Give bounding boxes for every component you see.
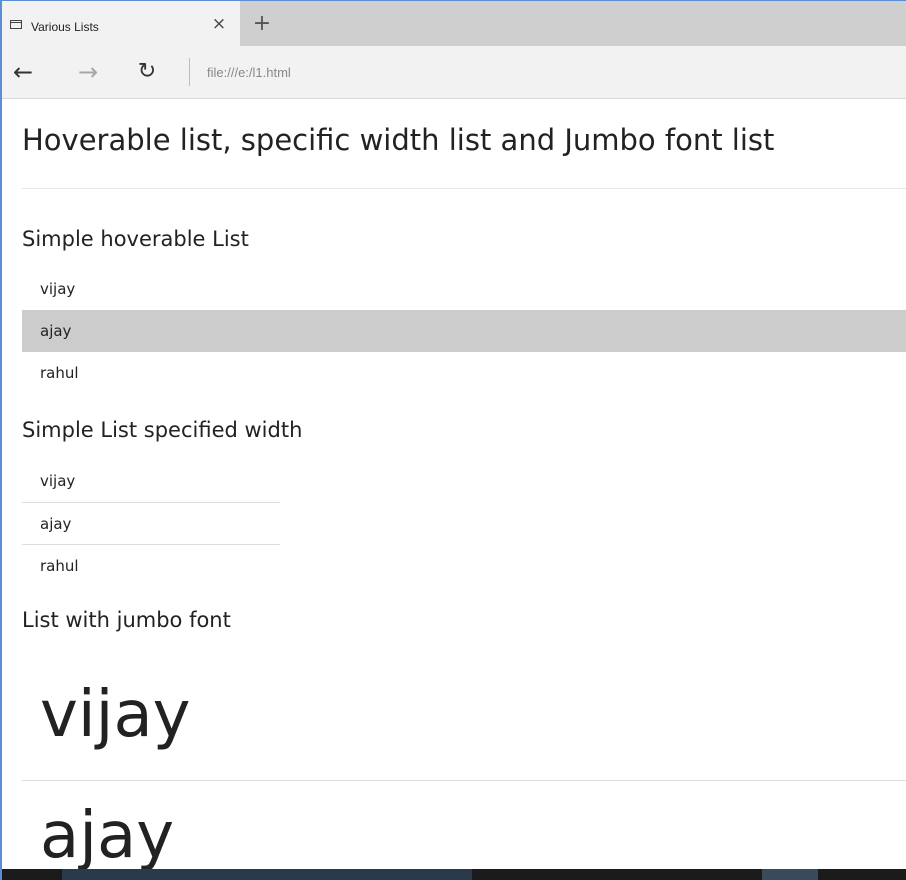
list-item: ajay xyxy=(22,502,280,544)
browser-window: Various Lists × + ← → ↻ file:///e:/l1.ht… xyxy=(0,0,906,880)
list-item-hovered[interactable]: ajay xyxy=(22,310,906,352)
refresh-icon[interactable]: ↻ xyxy=(134,58,160,86)
tab-title: Various Lists xyxy=(31,20,99,34)
jumbo-list-heading: List with jumbo font xyxy=(22,608,231,632)
taskbar-segment xyxy=(62,869,472,880)
address-bar[interactable]: file:///e:/l1.html xyxy=(207,65,291,80)
page-content: Hoverable list, specific width list and … xyxy=(2,100,906,880)
taskbar xyxy=(2,869,906,880)
navigation-bar: ← → ↻ file:///e:/l1.html xyxy=(2,46,906,99)
toolbar-divider xyxy=(189,58,190,86)
taskbar-segment xyxy=(762,869,818,880)
page-title: Hoverable list, specific width list and … xyxy=(22,123,775,157)
close-icon[interactable]: × xyxy=(210,15,228,33)
jumbo-font-list: vijay ajay xyxy=(22,660,906,880)
back-arrow-icon[interactable]: ← xyxy=(10,58,36,86)
forward-arrow-icon[interactable]: → xyxy=(75,58,101,86)
tab-various-lists[interactable]: Various Lists × xyxy=(2,1,240,46)
hoverable-list: vijay ajay rahul xyxy=(22,268,906,394)
tab-strip: Various Lists × + xyxy=(2,1,906,46)
list-item[interactable]: vijay xyxy=(22,268,906,310)
list-item: vijay xyxy=(40,472,76,490)
hoverable-list-heading: Simple hoverable List xyxy=(22,227,249,251)
plus-icon[interactable]: + xyxy=(251,13,273,35)
width-list-heading: Simple List specified width xyxy=(22,418,303,442)
list-item: rahul xyxy=(22,544,280,586)
specified-width-list: vijay ajay rahul xyxy=(22,460,280,586)
list-item[interactable]: rahul xyxy=(22,352,906,394)
divider xyxy=(22,188,906,189)
list-item: vijay xyxy=(40,678,191,752)
list-item: ajay xyxy=(22,780,906,880)
window-icon xyxy=(10,20,22,29)
